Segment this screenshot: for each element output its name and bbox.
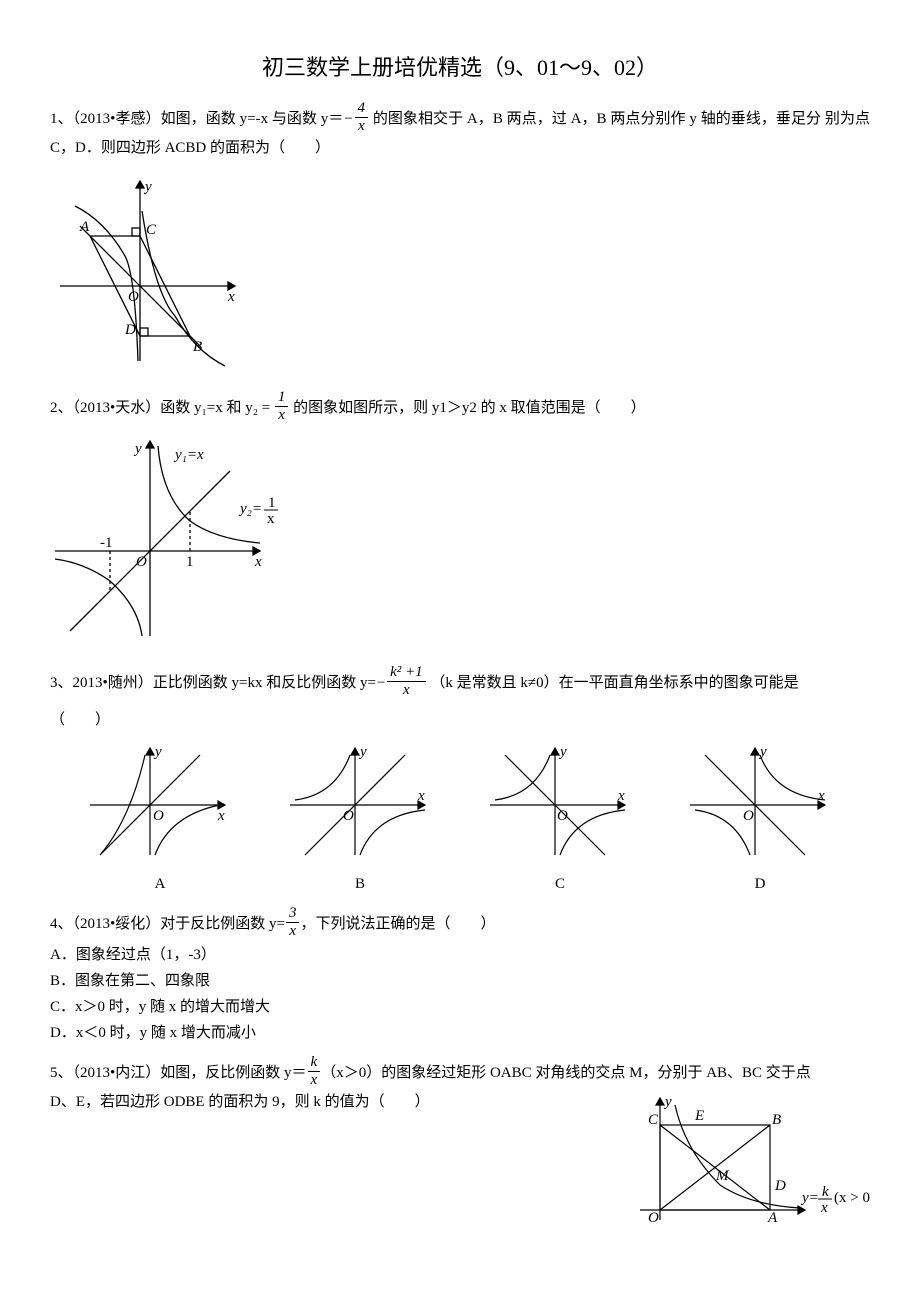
q1-frac-den: x (355, 118, 369, 134)
q3-graph-b: y x O (285, 740, 435, 860)
q1-figure: y x O A C D B (50, 166, 870, 374)
svg-text:y: y (133, 441, 142, 457)
problem-2: 2、（2013•天水）函数 y₁=x 和 y₂ = 1x 的图象如图所示，则 y… (50, 392, 870, 649)
q4-post: ，下列说法正确的是（ ） (300, 916, 495, 932)
q1-neg: − (343, 111, 353, 127)
q2-frac-num: 1 (275, 390, 289, 407)
problem-1: 1、（2013•孝感）如图，函数 y=-x 与函数 y＝−4x 的图象相交于 A… (50, 103, 870, 374)
q3-frac-num: k² +1 (387, 665, 426, 682)
svg-text:y₂=: y₂= (238, 501, 262, 517)
q5-post2: D、E，若四边形 ODBE 的面积为 9，则 k 的值为（ ） (50, 1094, 430, 1110)
svg-text:y: y (153, 744, 162, 760)
svg-text:y: y (358, 744, 367, 760)
q1-post1: 的图象相交于 A，B 两点，过 A，B 两点分别作 y 轴的垂线，垂足分 (369, 111, 821, 127)
q3-graph-a: y x O (85, 740, 235, 860)
svg-text:O: O (648, 1210, 659, 1226)
svg-text:y: y (558, 744, 567, 760)
svg-text:M: M (715, 1168, 730, 1184)
svg-text:O: O (136, 554, 147, 570)
q3-pre: 3、2013•随州）正比例函数 y=kx 和反比例函数 y= (50, 675, 376, 691)
problem-3: 3、2013•随州）正比例函数 y=kx 和反比例函数 y=−k² +1x （k… (50, 667, 870, 896)
q3-graph-c: y x O (485, 740, 635, 860)
svg-text:D: D (774, 1178, 786, 1194)
svg-text:y₁=x: y₁=x (173, 447, 204, 463)
svg-text:O: O (743, 808, 754, 824)
q4-option-a: A．图象经过点（1，-3） (50, 943, 870, 967)
svg-text:C: C (146, 222, 157, 238)
svg-text:x: x (254, 554, 262, 570)
svg-text:O: O (128, 289, 139, 305)
svg-text:B: B (772, 1112, 781, 1128)
svg-text:1: 1 (186, 554, 194, 570)
q4-frac-den: x (286, 923, 300, 939)
svg-text:y: y (663, 1094, 672, 1110)
q2-frac-den: x (275, 407, 289, 423)
svg-text:x: x (820, 1200, 828, 1216)
svg-text:x: x (267, 511, 275, 527)
svg-text:-1: -1 (100, 535, 113, 551)
q2-post: 的图象如图所示，则 y1＞y2 的 x 取值范围是（ ） (289, 400, 645, 416)
q5-frac-num: k (308, 1055, 321, 1072)
q4-fraction: 3x (285, 906, 301, 939)
svg-text:C: C (648, 1112, 659, 1128)
q3-label-c: C (460, 872, 660, 896)
q5-pre: 5、（2013•内江）如图，反比例函数 y＝ (50, 1065, 307, 1081)
svg-text:O: O (343, 808, 354, 824)
q3-label-b: B (260, 872, 460, 896)
svg-text:x: x (217, 808, 225, 824)
q5-fraction: kx (307, 1055, 322, 1088)
q1-frac-num: 4 (355, 101, 369, 118)
q5-post1: （x＞0）的图象经过矩形 OABC 对角线的交点 M，分别于 AB、BC 交于点 (321, 1065, 811, 1081)
svg-text:x: x (417, 788, 425, 804)
svg-text:(x > 0): (x > 0) (834, 1190, 870, 1206)
q5-figure: y C E B M D O A y= k x (x > 0) (620, 1090, 870, 1233)
svg-text:B: B (193, 339, 202, 355)
svg-text:E: E (694, 1108, 704, 1124)
q3-neg: − (376, 675, 386, 691)
q3-frac-den: x (387, 682, 426, 698)
svg-text:O: O (153, 808, 164, 824)
q3-graph-d: y x O (685, 740, 835, 860)
q1-pre: 1、（2013•孝感）如图，函数 y=-x 与函数 y＝ (50, 111, 343, 127)
svg-text:y: y (143, 179, 152, 195)
svg-text:k: k (822, 1184, 829, 1200)
problem-4: 4、（2013•绥化）对于反比例函数 y=3x，下列说法正确的是（ ） A．图象… (50, 908, 870, 1045)
svg-text:A: A (767, 1210, 778, 1226)
q1-fraction: 4x (354, 101, 370, 134)
svg-text:D: D (124, 322, 136, 338)
q2-figure: y x O -1 1 y₁=x y₂= 1 x (50, 431, 870, 649)
q3-options: y x O A y x O B (50, 740, 870, 896)
svg-text:x: x (227, 289, 235, 305)
q5-frac-den: x (308, 1072, 321, 1088)
q4-option-c: C．x＞0 时，y 随 x 的增大而增大 (50, 995, 870, 1019)
q2-pre: 2、（2013•天水）函数 y₁=x 和 y₂ = (50, 400, 274, 416)
q3-label-d: D (660, 872, 860, 896)
svg-text:y: y (758, 744, 767, 760)
svg-text:O: O (557, 808, 568, 824)
q3-fraction: k² +1x (386, 665, 427, 698)
svg-text:x: x (817, 788, 825, 804)
svg-text:x: x (617, 788, 625, 804)
page-title: 初三数学上册培优精选（9、01～9、02） (50, 50, 870, 85)
q2-fraction: 1x (274, 390, 290, 423)
q3-post1: （k 是常数且 k≠0）在一平面直角坐标系中的图象可能是 (427, 675, 799, 691)
q3-post2: （ ） (50, 712, 110, 728)
q3-label-a: A (60, 872, 260, 896)
q4-frac-num: 3 (286, 906, 300, 923)
svg-text:1: 1 (268, 495, 276, 511)
q4-pre: 4、（2013•绥化）对于反比例函数 y= (50, 916, 285, 932)
q4-option-b: B．图象在第二、四象限 (50, 969, 870, 993)
svg-text:y=: y= (800, 1190, 819, 1206)
problem-5: 5、（2013•内江）如图，反比例函数 y＝kx（x＞0）的图象经过矩形 OAB… (50, 1057, 870, 1233)
q4-option-d: D．x＜0 时，y 随 x 增大而减小 (50, 1021, 870, 1045)
svg-text:A: A (79, 219, 90, 235)
